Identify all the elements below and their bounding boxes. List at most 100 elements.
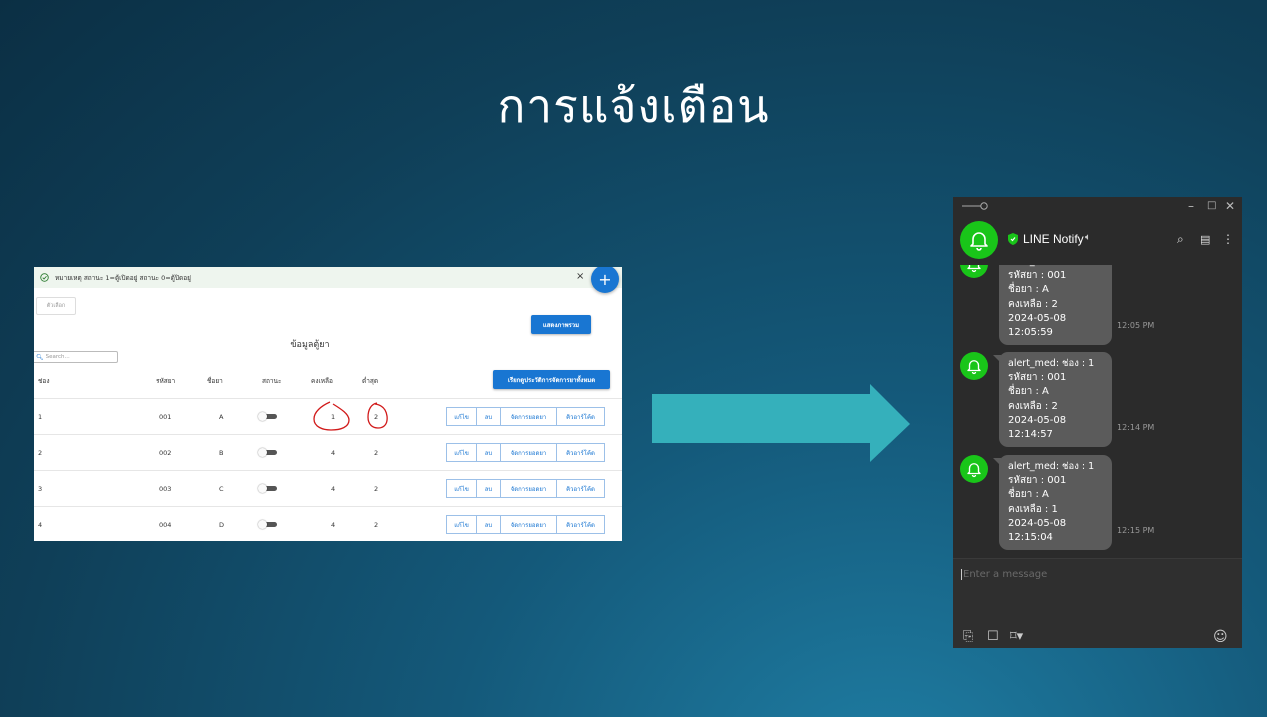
cell-minimum: 2 — [374, 449, 379, 457]
status-notice: หมายเหตุ สถานะ 1=ตู้เปิดอยู่ สถานะ 0=ตู้… — [34, 267, 622, 288]
bookmark-icon[interactable]: ☐ — [987, 629, 999, 644]
bell-icon — [967, 463, 981, 478]
notice-text: หมายเหตุ สถานะ 1=ตู้เปิดอยู่ สถานะ 0=ตู้… — [55, 273, 191, 282]
cell-minimum: 2 — [374, 521, 379, 529]
edit-button[interactable]: แก้ไข — [446, 479, 477, 498]
row-actions: แก้ไข ลบ จัดการยอดยา คิวอาร์โค้ด — [446, 479, 605, 498]
message-code: รหัสยา : 001 — [1008, 475, 1067, 487]
more-icon[interactable]: ⋮ — [1222, 232, 1234, 246]
cell-code: 003 — [159, 485, 172, 493]
composer: Enter a message ⎘ ☐ ⌑▾ ☺ — [953, 558, 1242, 648]
status-toggle[interactable] — [258, 412, 278, 421]
slide-title: การแจ้งเตือน — [497, 79, 770, 133]
column-header-minimum: ต่ำสุด — [362, 377, 379, 385]
bell-icon — [967, 360, 981, 375]
cell-remaining: 4 — [331, 449, 336, 457]
avatar[interactable] — [960, 455, 988, 483]
add-button[interactable]: + — [591, 267, 619, 293]
qr-code-button[interactable]: คิวอาร์โค้ด — [556, 443, 605, 462]
search-icon: 🔍︎ — [36, 353, 44, 361]
status-toggle[interactable] — [258, 484, 278, 493]
annotation-circle — [367, 402, 388, 429]
message-time: 12:15 PM — [1117, 526, 1155, 535]
message-name: ชื่อยา : A — [1008, 284, 1049, 296]
column-header-code: รหัสยา — [156, 377, 176, 385]
minimize-icon[interactable]: – — [1188, 199, 1194, 213]
qr-code-button[interactable]: คิวอาร์โค้ด — [556, 515, 605, 534]
edit-button[interactable]: แก้ไข — [446, 515, 477, 534]
cell-slot: 1 — [38, 413, 43, 421]
message-datetime: 2024-05-08 12:15:04 — [1008, 517, 1067, 544]
message-code: รหัสยา : 001 — [1008, 372, 1067, 384]
cell-name: B — [219, 449, 224, 457]
cell-name: D — [219, 521, 225, 529]
edit-button[interactable]: แก้ไข — [446, 443, 477, 462]
column-header-status: สถานะ — [262, 377, 282, 385]
message-list[interactable]: alert_med: ช่อง : 1 รหัสยา : 001 ชื่อยา : … — [953, 265, 1242, 557]
cell-slot: 4 — [38, 521, 43, 529]
message-header: alert_med: ช่อง : 1 — [1008, 461, 1095, 472]
column-header-slot: ช่อง — [38, 377, 50, 385]
row-actions: แก้ไข ลบ จัดการยอดยา คิวอาร์โค้ด — [446, 515, 605, 534]
attach-icon[interactable]: ⎘ — [963, 629, 973, 644]
message-datetime: 2024-05-08 12:05:59 — [1008, 312, 1067, 339]
delete-button[interactable]: ลบ — [476, 479, 501, 498]
table-row: 3 003 C 4 2 แก้ไข ลบ จัดการยอดยา คิวอาร์โค้ด — [34, 470, 622, 506]
avatar[interactable] — [960, 221, 998, 259]
manage-stock-button[interactable]: จัดการยอดยา — [500, 515, 557, 534]
cell-slot: 2 — [38, 449, 43, 457]
search-placeholder: Search... — [45, 354, 70, 360]
message-header: alert_med: ช่อง : 1 — [1008, 358, 1095, 369]
chat-header: LINE Notify 🔈︎ ⌕ ▤ ⋮ — [953, 217, 1242, 265]
manage-stock-button[interactable]: จัดการยอดยา — [500, 479, 557, 498]
avatar[interactable] — [960, 352, 988, 380]
notice-close-button[interactable]: × — [576, 271, 584, 282]
options-button[interactable]: ตัวเลือก — [36, 297, 76, 315]
message-name: ชื่อยา : A — [1008, 386, 1049, 398]
avatar[interactable] — [960, 265, 988, 278]
delete-button[interactable]: ลบ — [476, 407, 501, 426]
delete-button[interactable]: ลบ — [476, 443, 501, 462]
column-header-remaining: คงเหลือ — [311, 377, 333, 385]
pin-icon[interactable] — [962, 201, 988, 211]
manage-stock-button[interactable]: จัดการยอดยา — [500, 443, 557, 462]
show-overview-button[interactable]: แสดงภาพรวม — [531, 315, 591, 334]
search-icon[interactable]: ⌕ — [1177, 232, 1184, 247]
message-time: 12:14 PM — [1117, 423, 1155, 432]
page-title: ข้อมูลตู้ยา — [290, 340, 330, 350]
status-toggle[interactable] — [258, 448, 278, 457]
history-button[interactable]: เรียกดูประวัติการจัดการยาทั้งหมด — [493, 370, 610, 389]
cell-remaining: 4 — [331, 485, 336, 493]
crop-icon[interactable]: ⌑▾ — [1010, 629, 1023, 644]
table-row: 2 002 B 4 2 แก้ไข ลบ จัดการยอดยา คิวอาร์โค้ด — [34, 434, 622, 470]
delete-button[interactable]: ลบ — [476, 515, 501, 534]
notes-icon[interactable]: ▤ — [1200, 233, 1210, 246]
bell-icon — [970, 232, 988, 251]
check-circle-icon — [40, 273, 49, 282]
qr-code-button[interactable]: คิวอาร์โค้ด — [556, 479, 605, 498]
message-remaining: คงเหลือ : 2 — [1008, 298, 1058, 310]
cell-code: 002 — [159, 449, 172, 457]
cell-minimum: 2 — [374, 485, 379, 493]
cell-slot: 3 — [38, 485, 43, 493]
edit-button[interactable]: แก้ไข — [446, 407, 477, 426]
search-input[interactable]: 🔍︎ Search... — [34, 351, 118, 363]
message-bubble: alert_med: ช่อง : 1รหัสยา : 001ชื่อยา : … — [999, 265, 1112, 346]
manage-stock-button[interactable]: จัดการยอดยา — [500, 407, 557, 426]
cell-remaining: 4 — [331, 521, 336, 529]
message-bubble: alert_med: ช่อง : 1 รหัสยา : 001 ชื่อยา : … — [993, 352, 1112, 448]
maximize-icon[interactable]: □ — [1207, 200, 1216, 211]
message-remaining: คงเหลือ : 1 — [1008, 503, 1058, 515]
cell-name: C — [219, 485, 224, 493]
column-header-name: ชื่อยา — [207, 377, 223, 385]
close-icon[interactable]: ✕ — [1225, 199, 1235, 213]
speaker-icon: 🔈︎ — [1085, 232, 1091, 243]
emoji-icon[interactable]: ☺ — [1213, 629, 1228, 645]
right-arrow-icon — [652, 384, 910, 462]
qr-code-button[interactable]: คิวอาร์โค้ด — [556, 407, 605, 426]
table-row: 1 001 A 1 2 แก้ไข ลบ จัดการยอดยา คิวอาร์โค้ด — [34, 398, 622, 434]
title-bar: – □ ✕ — [953, 197, 1242, 217]
status-toggle[interactable] — [258, 520, 278, 529]
message-input[interactable]: Enter a message — [961, 569, 1047, 580]
message-code: รหัสยา : 001 — [1008, 270, 1067, 282]
